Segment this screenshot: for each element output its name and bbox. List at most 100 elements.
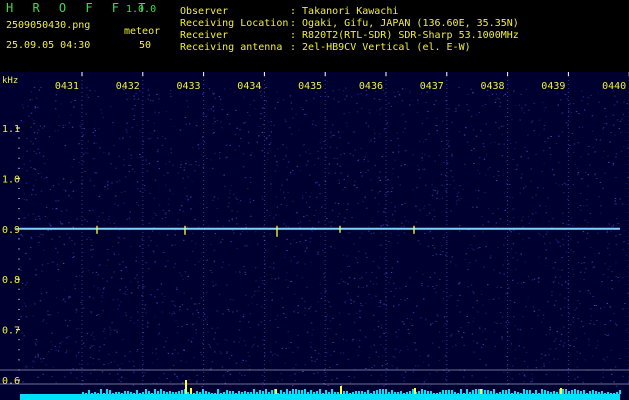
noise-speck: [445, 190, 447, 192]
noise-speck: [310, 237, 312, 239]
noise-speck: [169, 189, 171, 191]
noise-speck: [128, 217, 131, 219]
noise-speck: [176, 375, 178, 377]
noise-speck: [92, 157, 94, 159]
noise-speck: [543, 109, 545, 111]
noise-speck: [181, 304, 184, 306]
noise-speck: [612, 164, 614, 166]
noise-speck: [528, 109, 530, 111]
noise-speck: [185, 163, 187, 165]
time-tick-label: 0434: [237, 81, 261, 92]
noise-speck: [71, 166, 73, 168]
noise-speck: [399, 287, 401, 289]
noise-speck: [137, 319, 139, 321]
noise-speck: [189, 123, 191, 125]
noise-speck: [565, 183, 567, 185]
noise-speck: [154, 179, 157, 181]
noise-speck: [583, 109, 586, 111]
noise-speck: [226, 371, 229, 373]
noise-speck: [89, 180, 92, 182]
noise-speck: [242, 153, 245, 155]
noise-speck: [503, 143, 505, 145]
noise-speck: [70, 101, 72, 103]
noise-speck: [533, 307, 535, 309]
signal-level-peak: [427, 391, 429, 394]
noise-speck: [196, 380, 198, 382]
noise-speck: [344, 281, 347, 283]
noise-speck: [328, 301, 330, 303]
noise-speck: [596, 320, 598, 321]
noise-speck: [604, 108, 606, 110]
noise-speck: [146, 170, 149, 172]
noise-speck: [374, 132, 376, 134]
noise-speck: [166, 378, 169, 379]
noise-speck: [103, 219, 105, 221]
noise-speck: [493, 269, 495, 271]
noise-speck: [609, 141, 611, 143]
noise-speck: [587, 232, 589, 234]
location-value: : Ogaki, Gifu, JAPAN (136.60E, 35.35N): [290, 18, 519, 29]
noise-speck: [376, 110, 378, 112]
noise-speck: [391, 267, 393, 269]
noise-speck: [455, 108, 457, 110]
noise-speck: [21, 283, 24, 284]
noise-speck: [465, 385, 468, 387]
noise-speck: [247, 304, 249, 306]
noise-speck: [514, 104, 517, 106]
noise-speck: [263, 226, 265, 227]
noise-speck: [388, 282, 390, 284]
noise-speck: [463, 134, 466, 136]
noise-speck: [40, 86, 42, 88]
noise-speck: [600, 381, 602, 383]
noise-speck: [330, 355, 332, 356]
signal-level-peak: [103, 393, 105, 394]
noise-speck: [379, 133, 381, 135]
noise-speck: [174, 263, 176, 265]
noise-speck: [521, 220, 523, 222]
noise-speck: [409, 90, 411, 92]
noise-speck: [148, 268, 150, 270]
noise-speck: [283, 313, 285, 315]
noise-speck: [356, 313, 358, 314]
time-tick-label: 0431: [55, 81, 79, 92]
noise-speck: [201, 136, 204, 138]
noise-speck: [577, 174, 579, 176]
noise-speck: [91, 332, 94, 334]
noise-speck: [461, 336, 463, 338]
noise-speck: [22, 107, 25, 109]
noise-speck: [448, 296, 450, 298]
noise-speck: [612, 163, 615, 164]
noise-speck: [236, 127, 238, 129]
noise-speck: [473, 317, 475, 319]
noise-speck: [108, 353, 110, 355]
noise-speck: [497, 246, 499, 248]
noise-speck: [448, 370, 450, 372]
noise-speck: [115, 329, 118, 331]
noise-speck: [390, 290, 392, 292]
noise-speck: [425, 319, 427, 321]
noise-speck: [525, 306, 527, 308]
noise-speck: [572, 251, 575, 253]
noise-speck: [329, 338, 331, 340]
noise-speck: [302, 371, 304, 372]
noise-speck: [296, 262, 298, 264]
noise-speck: [35, 274, 37, 276]
noise-speck: [533, 130, 535, 132]
noise-speck: [360, 303, 362, 305]
noise-speck: [398, 329, 400, 331]
noise-speck: [76, 377, 78, 379]
noise-speck: [523, 360, 526, 362]
noise-speck: [270, 131, 272, 133]
noise-speck: [249, 103, 251, 105]
noise-speck: [62, 263, 65, 264]
noise-speck: [136, 350, 138, 352]
noise-speck: [213, 338, 215, 340]
noise-speck: [479, 247, 481, 248]
noise-speck: [587, 97, 590, 99]
noise-speck: [436, 125, 438, 126]
noise-speck: [359, 237, 361, 239]
noise-speck: [343, 179, 345, 180]
noise-speck: [31, 194, 33, 196]
noise-speck: [289, 172, 292, 174]
noise-speck: [172, 364, 175, 366]
